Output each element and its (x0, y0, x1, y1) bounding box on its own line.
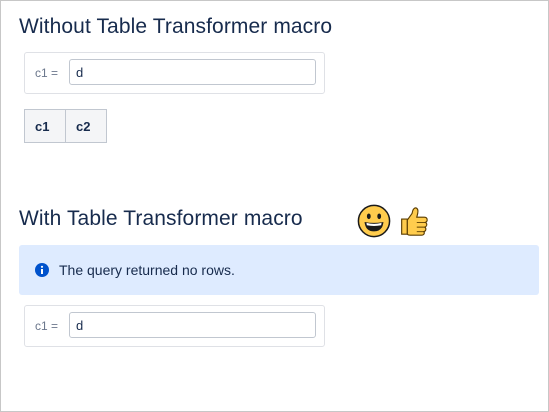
heading-with-macro: With Table Transformer macro (19, 207, 303, 230)
info-message-panel: The query returned no rows. (19, 245, 539, 295)
info-message-text: The query returned no rows. (59, 262, 235, 278)
page-frame: Without Table Transformer macro c1 = c1 … (0, 0, 549, 412)
info-icon (35, 263, 49, 277)
filter-box-with-macro: c1 = (24, 305, 325, 347)
filter-input-c1[interactable] (69, 312, 316, 338)
filter-label: c1 = (35, 319, 59, 333)
table-header-row: c1 c2 (24, 109, 107, 143)
filter-input-c1[interactable] (69, 59, 316, 85)
result-table: c1 c2 (24, 109, 107, 143)
filter-box-without-macro: c1 = (24, 52, 325, 94)
grinning-face-icon (357, 204, 391, 238)
heading-without-macro: Without Table Transformer macro (19, 15, 333, 38)
filter-label: c1 = (35, 66, 59, 80)
thumbs-up-icon (401, 207, 428, 236)
column-header-c1[interactable]: c1 (24, 109, 66, 143)
column-header-c2[interactable]: c2 (65, 109, 107, 143)
